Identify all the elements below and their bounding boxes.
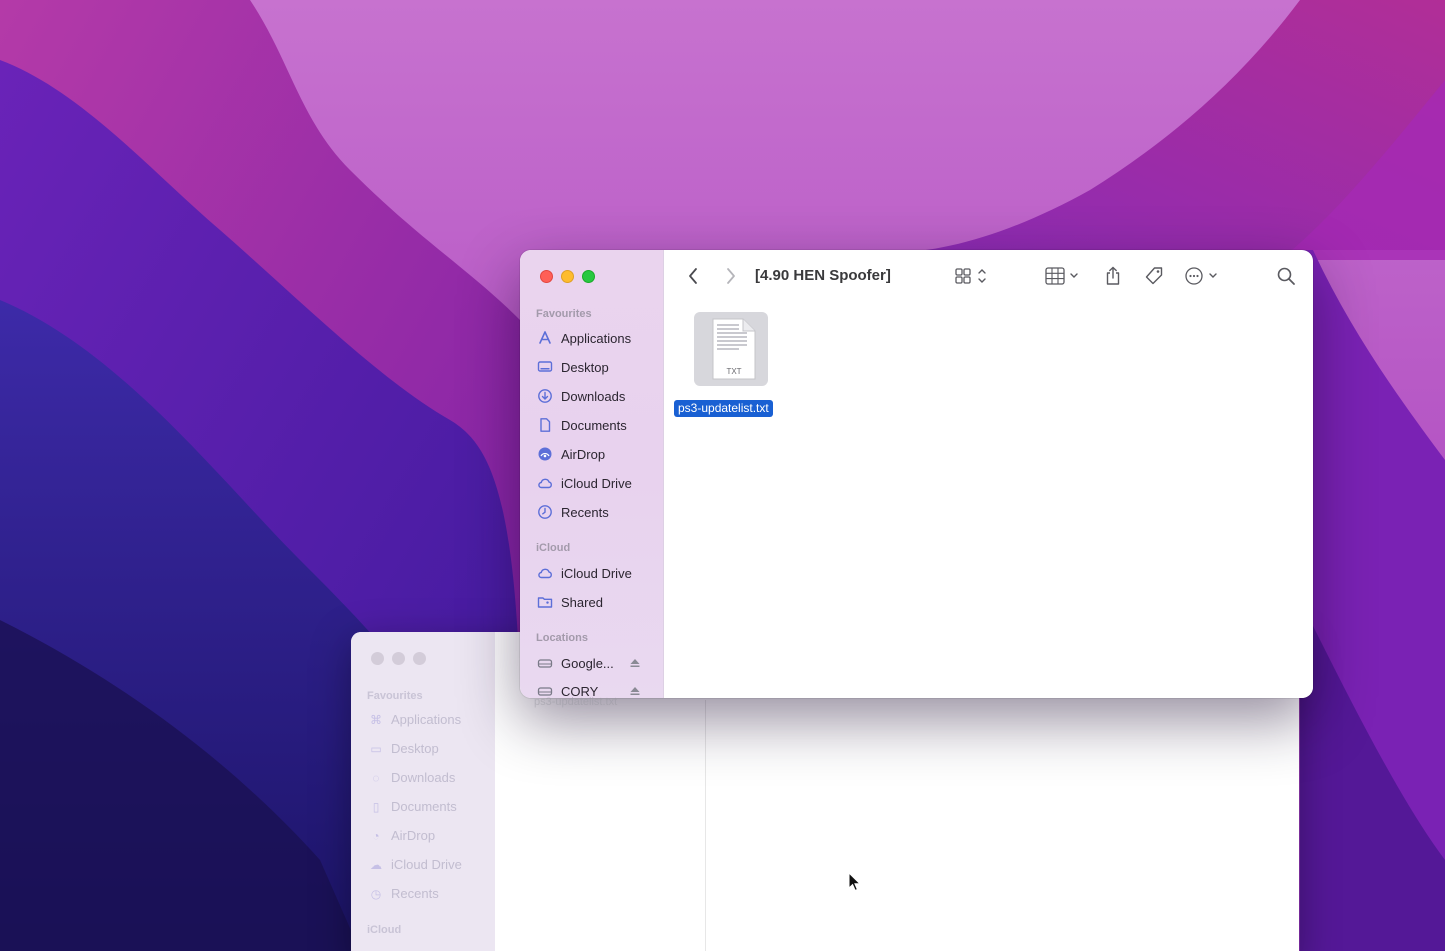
- sidebar-item-applications[interactable]: Applications: [537, 328, 631, 348]
- favourites-heading: Favourites: [536, 308, 592, 320]
- share-button[interactable]: [1102, 265, 1124, 287]
- background-icloud-heading: iCloud: [367, 924, 402, 936]
- more-actions-button[interactable]: [1184, 265, 1224, 287]
- applications-icon: [539, 331, 551, 344]
- cloud-icon: [538, 568, 552, 579]
- close-button[interactable]: [540, 270, 553, 283]
- zoom-button[interactable]: [582, 270, 595, 283]
- cloud-icon: [538, 478, 552, 489]
- desktop-icon: [537, 361, 553, 372]
- applications-icon: ⌘: [370, 712, 382, 727]
- icon-grid-view-icon: [955, 268, 986, 284]
- group-grid-icon: [1045, 267, 1078, 285]
- sidebar-item-recents[interactable]: Recents: [537, 502, 609, 522]
- sidebar-item-label: Documents: [561, 417, 627, 433]
- file-name-label[interactable]: ps3-updatelist.txt: [674, 400, 773, 417]
- airdrop-icon: ◔: [372, 828, 380, 843]
- background-favourites-heading: Favourites: [367, 690, 423, 702]
- airdrop-icon: [538, 447, 552, 461]
- background-sidebar-item-downloads[interactable]: ◌ Downloads: [369, 770, 455, 785]
- background-sidebar-item-applications[interactable]: ⌘ Applications: [369, 712, 461, 727]
- shared-folder-icon: [537, 597, 553, 608]
- sidebar-item-label: AirDrop: [561, 446, 606, 462]
- downloads-icon: [538, 389, 552, 403]
- tags-button[interactable]: [1142, 265, 1166, 287]
- group-button[interactable]: [1044, 265, 1084, 287]
- sidebar-item-label: Desktop: [561, 359, 609, 375]
- sidebar-item-label: Downloads: [561, 388, 626, 404]
- locations-heading: Locations: [536, 632, 588, 644]
- chevron-right-icon: [727, 268, 735, 284]
- chevron-left-icon: [689, 268, 697, 284]
- sidebar-item-airdrop[interactable]: AirDrop: [537, 444, 605, 464]
- window-controls: [540, 270, 595, 283]
- sidebar-item-label: Shared: [561, 594, 603, 610]
- desktop-icon: ▭: [370, 741, 382, 756]
- sidebar-item-icloud-drive[interactable]: iCloud Drive: [537, 473, 632, 493]
- sidebar-item-label: Recents: [561, 504, 609, 520]
- clock-icon: [538, 505, 552, 519]
- file-browser-area[interactable]: TXT ps3-updatelist.txt: [664, 302, 1313, 698]
- background-sidebar: Favourites ⌘ Applications ▭ Desktop ◌ Downl…: [351, 632, 495, 951]
- finder-sidebar: Favourites Applications Desktop Download…: [520, 250, 664, 698]
- background-sidebar-item-documents[interactable]: ▯ Documents: [369, 799, 457, 814]
- minimize-button[interactable]: [561, 270, 574, 283]
- background-sidebar-item-desktop[interactable]: ▭ Desktop: [369, 741, 438, 756]
- background-sidebar-item-icloud-drive[interactable]: ☁ iCloud Drive: [369, 857, 462, 872]
- downloads-icon: ◌: [372, 770, 380, 785]
- cloud-icon: ☁: [370, 857, 382, 872]
- sidebar-item-google-drive[interactable]: Google...: [537, 653, 640, 673]
- background-close-button[interactable]: [371, 652, 384, 665]
- sidebar-item-label: iCloud Drive: [561, 475, 632, 491]
- drive-icon: [537, 659, 553, 668]
- forward-button[interactable]: [722, 265, 740, 287]
- icloud-heading: iCloud: [536, 542, 571, 554]
- eject-icon[interactable]: [629, 685, 641, 697]
- search-button[interactable]: [1274, 265, 1298, 287]
- ellipsis-circle-icon: [1185, 267, 1217, 285]
- sidebar-item-label: Google...: [561, 655, 614, 671]
- window-title: [4.90 HEN Spoofer]: [755, 267, 891, 284]
- file-type-badge: TXT: [726, 367, 742, 376]
- view-mode-button[interactable]: [954, 265, 992, 287]
- tag-icon: [1145, 267, 1163, 285]
- background-minimize-button[interactable]: [392, 652, 405, 665]
- sidebar-item-label: Applications: [561, 330, 632, 346]
- toolbar: [4.90 HEN Spoofer]: [664, 250, 1313, 302]
- dragged-file-ghost: ps3-updatelist.txt: [534, 696, 618, 708]
- background-sidebar-item-recents[interactable]: ◷ Recents: [369, 886, 439, 901]
- sidebar-item-icloud-drive-2[interactable]: iCloud Drive: [537, 563, 632, 583]
- background-zoom-button[interactable]: [413, 652, 426, 665]
- documents-icon: [540, 418, 551, 432]
- background-column-divider: [705, 700, 706, 951]
- sidebar-item-label: iCloud Drive: [561, 565, 632, 581]
- eject-icon[interactable]: [629, 657, 641, 669]
- back-button[interactable]: [684, 265, 702, 287]
- clock-icon: ◷: [370, 886, 382, 901]
- finder-window[interactable]: Favourites Applications Desktop Download…: [520, 250, 1313, 698]
- mouse-pointer-icon: [848, 872, 862, 892]
- search-icon: [1277, 267, 1295, 285]
- documents-icon: ▯: [372, 799, 380, 814]
- share-icon: [1106, 266, 1120, 285]
- sidebar-item-shared[interactable]: Shared: [537, 592, 603, 612]
- sidebar-item-desktop[interactable]: Desktop: [537, 357, 609, 377]
- sidebar-item-downloads[interactable]: Downloads: [537, 386, 625, 406]
- background-window-controls[interactable]: [371, 652, 426, 665]
- background-sidebar-item-airdrop[interactable]: ◔ AirDrop: [369, 828, 435, 843]
- sidebar-item-documents[interactable]: Documents: [537, 415, 627, 435]
